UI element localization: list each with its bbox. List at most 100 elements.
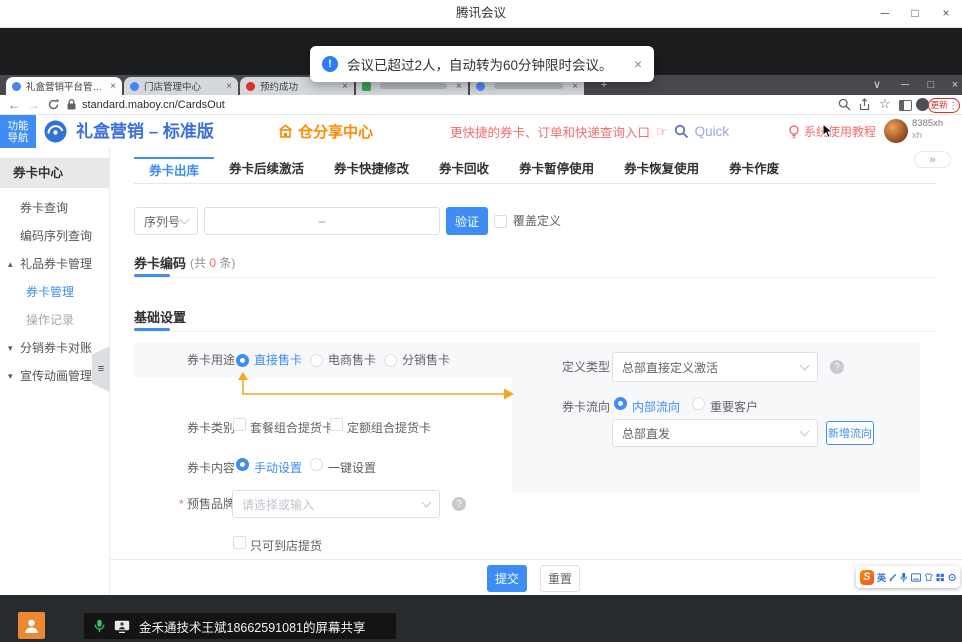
tab-close-icon[interactable]: × [572, 81, 578, 92]
card-category-label: 券卡类别 [187, 419, 235, 436]
ime-settings-icon[interactable] [948, 573, 956, 582]
ime-language-toggle[interactable]: 英 [877, 571, 886, 584]
maximize-button[interactable]: □ [900, 0, 930, 27]
definition-type-label: 定义类型 [562, 352, 610, 382]
add-flow-button[interactable]: 新增流向 [826, 421, 874, 445]
ime-toolbar[interactable]: S 英 [856, 566, 960, 588]
tab-card-void[interactable]: 券卡作废 [714, 157, 794, 184]
option-fixed-combo-card[interactable]: 定额组合提货卡 [347, 419, 431, 436]
tab-card-followup-activation[interactable]: 券卡后续激活 [214, 157, 319, 184]
option-one-click-setup[interactable]: 一键设置 [328, 459, 376, 476]
tab-card-restore[interactable]: 券卡恢复使用 [609, 157, 714, 184]
address-bar-url[interactable]: standard.maboy.cn/CardsOut [82, 96, 225, 114]
tab-card-outbound-active[interactable]: 券卡出库 [134, 157, 214, 184]
submit-button[interactable]: 提交 [487, 565, 527, 592]
zoom-icon[interactable] [838, 98, 851, 111]
card-action-tabs: 券卡出库 券卡后续激活 券卡快捷修改 券卡回收 券卡暂停使用 券卡恢复使用 券卡… [134, 157, 936, 184]
back-icon[interactable]: ← [8, 96, 20, 114]
warehouse-icon [278, 124, 293, 139]
meeting-titlebar: 腾讯会议 [0, 0, 962, 28]
share-center-label: 仓分享中心 [298, 121, 373, 142]
banner-close-icon[interactable]: × [634, 56, 642, 72]
verify-button[interactable]: 验证 [446, 207, 488, 235]
tab-card-suspend[interactable]: 券卡暂停使用 [504, 157, 609, 184]
sidebar-group-label: 分销券卡对账 [20, 341, 92, 355]
function-nav-button[interactable]: 功能 导航 [0, 115, 36, 148]
ime-toolbox-icon[interactable] [936, 573, 944, 582]
sidebar-item-card-management-active[interactable]: 券卡管理 [0, 280, 109, 304]
mic-on-icon [94, 619, 105, 633]
tab-close-icon[interactable]: × [456, 81, 462, 92]
tab-card-quick-edit[interactable]: 券卡快捷修改 [319, 157, 424, 184]
browser-minimize-button[interactable]: ─ [896, 77, 914, 93]
reset-button[interactable]: 重置 [540, 565, 580, 592]
tab-close-icon[interactable]: × [226, 81, 232, 92]
sidebar-item-card-query[interactable]: 券卡查询 [0, 196, 109, 220]
forward-icon[interactable]: → [28, 96, 40, 114]
browser-update-button[interactable]: 更新⋮ [928, 98, 960, 113]
tab-card-recycle[interactable]: 券卡回收 [424, 157, 504, 184]
radio-internal-flow-selected[interactable] [614, 397, 627, 410]
radio-important-customer[interactable] [692, 397, 705, 410]
help-icon[interactable]: ? [452, 497, 466, 511]
serial-range-input[interactable]: – [204, 207, 440, 235]
promo-entry[interactable]: 更快捷的券卡、订单和快递查询入口 ☞ Quick [450, 115, 729, 148]
update-label: 更新 [931, 99, 948, 111]
option-package-combo-card[interactable]: 套餐组合提货卡 [250, 419, 334, 436]
help-icon[interactable]: ? [830, 360, 844, 374]
sidebar-group-gift-card-management[interactable]: ▴ 礼品券卡管理 [0, 252, 109, 276]
share-center-link[interactable]: 仓分享中心 [278, 115, 373, 148]
side-panel-icon-fill [899, 100, 904, 111]
bookmark-star-icon[interactable]: ☆ [879, 95, 891, 113]
flow-target-select[interactable]: 总部直发 [612, 419, 818, 447]
close-button[interactable]: × [931, 0, 961, 27]
user-avatar[interactable] [884, 119, 908, 143]
option-manual-setup[interactable]: 手动设置 [254, 459, 302, 476]
radio-manual-setup-selected[interactable] [236, 458, 249, 471]
chevron-down-icon [800, 361, 810, 371]
browser-close-button[interactable]: × [946, 77, 962, 93]
share-icon[interactable] [858, 98, 871, 111]
ime-keyboard-icon[interactable] [911, 573, 921, 582]
quick-search-icon[interactable] [674, 124, 689, 139]
radio-direct-sale-selected[interactable] [236, 354, 249, 367]
serial-field-value: 序列号 [144, 213, 180, 230]
sidebar-item-code-sequence-query[interactable]: 编码序列查询 [0, 224, 109, 248]
site-favicon [130, 82, 139, 91]
screen-share-indicator[interactable]: 金禾通技术王斌18662591081的屏幕共享 [84, 613, 396, 639]
minimize-button[interactable]: ─ [870, 0, 900, 27]
definition-type-select[interactable]: 总部直接定义激活 [612, 352, 818, 382]
ime-pencil-icon[interactable] [889, 572, 897, 582]
tab-close-icon[interactable]: × [342, 81, 348, 92]
card-content-label: 券卡内容 [187, 459, 235, 476]
store-pickup-only-checkbox[interactable] [233, 536, 246, 549]
radio-ecommerce-sale[interactable] [310, 354, 323, 367]
radio-one-click-setup[interactable] [310, 458, 323, 471]
override-definition-checkbox[interactable] [494, 215, 507, 228]
checkbox-package-combo-card[interactable] [233, 418, 246, 431]
more-icon: ⋮ [949, 100, 958, 111]
browser-restore-button[interactable]: □ [922, 77, 940, 93]
ime-logo[interactable]: S [860, 570, 874, 585]
serial-field-select[interactable]: 序列号 [134, 207, 198, 235]
quick-label[interactable]: Quick [695, 124, 730, 139]
screen-share-icon [114, 620, 130, 633]
card-codes-count: (共 0 条) [190, 254, 235, 271]
reload-icon[interactable] [47, 98, 60, 111]
presale-brand-select[interactable]: 请选择或输入 [232, 490, 440, 518]
promo-text: 更快捷的券卡、订单和快递查询入口 [450, 122, 650, 141]
sidebar-item-operation-log[interactable]: 操作记录 [0, 308, 109, 332]
tab-search-icon[interactable]: ∨ [868, 77, 886, 93]
option-important-customer[interactable]: 重要客户 [710, 398, 758, 415]
tutorial-label: 系统使用教程 [804, 123, 876, 140]
ime-mic-icon[interactable] [900, 572, 907, 583]
presale-brand-label: 预售品牌 [187, 490, 235, 518]
option-internal-flow[interactable]: 内部流向 [632, 398, 680, 415]
user-name-line2: xh [912, 130, 943, 142]
tab-close-icon[interactable]: × [110, 81, 116, 92]
ime-skin-icon[interactable] [924, 572, 933, 582]
checkbox-fixed-combo-card[interactable] [330, 418, 343, 431]
radio-distribution-sale[interactable] [384, 354, 397, 367]
browser-tab[interactable]: 门店管理中心 × [124, 77, 238, 95]
browser-tab-active[interactable]: 礼盒营销平台管理中心 × [6, 77, 122, 95]
